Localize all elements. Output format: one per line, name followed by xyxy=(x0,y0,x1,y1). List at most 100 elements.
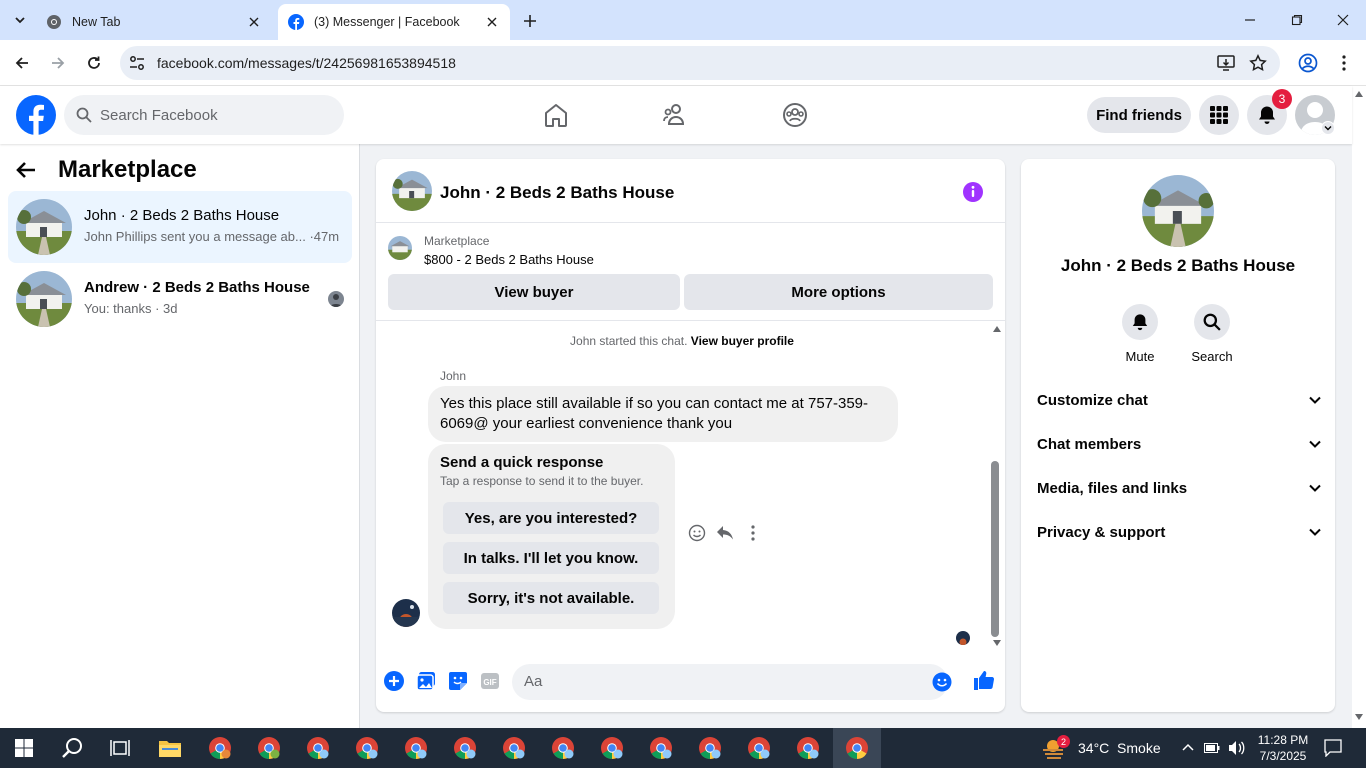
chrome-taskbar-item[interactable] xyxy=(784,728,832,768)
forward-button[interactable] xyxy=(46,51,70,75)
site-settings-icon[interactable] xyxy=(128,54,146,72)
taskbar-search-button[interactable] xyxy=(48,728,96,768)
conversation-item[interactable]: John · 2 Beds 2 Baths House John Phillip… xyxy=(8,191,352,263)
bookmark-star-icon[interactable] xyxy=(1249,54,1267,72)
chrome-icon xyxy=(699,737,721,759)
close-tab-icon[interactable] xyxy=(484,14,500,30)
chevron-down-icon xyxy=(1309,440,1321,448)
close-window-button[interactable] xyxy=(1331,8,1355,32)
find-friends-button[interactable]: Find friends xyxy=(1087,97,1191,133)
reply-button[interactable] xyxy=(711,525,739,541)
chrome-taskbar-item[interactable] xyxy=(392,728,440,768)
react-button[interactable] xyxy=(683,524,711,542)
install-app-icon[interactable] xyxy=(1216,54,1236,72)
chrome-taskbar-item[interactable] xyxy=(196,728,244,768)
info-icon[interactable] xyxy=(962,181,984,203)
gif-icon[interactable]: GIF xyxy=(479,670,501,692)
photo-icon[interactable] xyxy=(415,670,437,692)
taskbar-clock[interactable]: 11:28 PM 7/3/2025 xyxy=(1255,732,1311,764)
file-explorer-button[interactable] xyxy=(146,728,194,768)
left-panel-title: Marketplace xyxy=(58,156,197,183)
listing-thumbnail-large[interactable] xyxy=(1142,175,1214,247)
notification-center-icon[interactable] xyxy=(1324,739,1342,757)
message-bubble[interactable]: Yes this place still available if so you… xyxy=(428,386,898,442)
profile-button[interactable] xyxy=(1296,51,1320,75)
chevron-down-icon xyxy=(15,17,25,24)
reload-button[interactable] xyxy=(82,51,106,75)
search-input[interactable] xyxy=(100,106,320,124)
chrome-taskbar-item[interactable] xyxy=(441,728,489,768)
start-button[interactable] xyxy=(0,728,48,768)
message-input[interactable] xyxy=(524,673,904,690)
tab-new-tab[interactable]: New Tab xyxy=(36,4,272,40)
back-button[interactable] xyxy=(10,51,34,75)
thumbs-up-icon[interactable] xyxy=(972,668,996,692)
chat-title[interactable]: John · 2 Beds 2 Baths House xyxy=(440,183,674,203)
section-privacy-support[interactable]: Privacy & support xyxy=(1037,512,1321,552)
chrome-taskbar-item[interactable] xyxy=(490,728,538,768)
mute-button[interactable]: Mute xyxy=(1110,304,1170,364)
facebook-search[interactable] xyxy=(64,95,344,135)
address-bar[interactable]: facebook.com/messages/t/2425698165389451… xyxy=(120,46,1280,80)
section-chat-members[interactable]: Chat members xyxy=(1037,424,1321,464)
view-buyer-profile-link[interactable]: View buyer profile xyxy=(691,334,794,348)
quick-response-option[interactable]: Yes, are you interested? xyxy=(443,502,659,534)
message-composer: GIF xyxy=(376,656,1005,712)
sticker-icon[interactable] xyxy=(447,670,469,692)
close-tab-icon[interactable] xyxy=(246,14,262,30)
search-chat-button[interactable]: Search xyxy=(1182,304,1242,364)
tab-search-button[interactable] xyxy=(8,8,32,32)
back-arrow-icon[interactable] xyxy=(16,161,36,179)
emoji-icon[interactable] xyxy=(932,672,952,692)
menu-button[interactable] xyxy=(1199,95,1239,135)
section-customize-chat[interactable]: Customize chat xyxy=(1037,380,1321,420)
quick-response-title: Send a quick response xyxy=(440,454,604,471)
restore-button[interactable] xyxy=(1285,8,1309,32)
show-hidden-icons-icon[interactable] xyxy=(1182,743,1194,751)
more-options-button[interactable]: More options xyxy=(684,274,993,310)
chrome-taskbar-item[interactable] xyxy=(588,728,636,768)
plus-circle-icon[interactable] xyxy=(383,670,405,692)
browser-menu-button[interactable] xyxy=(1332,51,1356,75)
quick-response-option[interactable]: In talks. I'll let you know. xyxy=(443,542,659,574)
listing-thumbnail xyxy=(16,199,72,255)
chat-scroll-thumb[interactable] xyxy=(991,461,999,637)
chrome-taskbar-item[interactable] xyxy=(637,728,685,768)
chrome-taskbar-item[interactable] xyxy=(735,728,783,768)
chrome-taskbar-item[interactable] xyxy=(245,728,293,768)
message-input-box[interactable] xyxy=(512,664,952,700)
quick-response-option[interactable]: Sorry, it's not available. xyxy=(443,582,659,614)
chrome-taskbar-item[interactable] xyxy=(539,728,587,768)
friends-icon[interactable] xyxy=(663,102,689,128)
chrome-taskbar-item[interactable] xyxy=(343,728,391,768)
chrome-taskbar-item-active[interactable] xyxy=(833,728,881,768)
chrome-icon xyxy=(454,737,476,759)
chevron-down-icon xyxy=(1309,528,1321,536)
task-view-button[interactable] xyxy=(96,728,144,768)
battery-icon[interactable] xyxy=(1204,742,1220,754)
minimize-button[interactable] xyxy=(1238,8,1262,32)
view-buyer-button[interactable]: View buyer xyxy=(388,274,680,310)
chrome-icon xyxy=(846,737,868,759)
more-actions-button[interactable] xyxy=(739,525,767,541)
chat-header-thumbnail[interactable] xyxy=(392,171,432,211)
facebook-header: Find friends xyxy=(0,86,1352,144)
listing-title[interactable]: $800 - 2 Beds 2 Baths House xyxy=(424,252,594,267)
groups-icon[interactable] xyxy=(782,102,808,128)
chrome-taskbar-item[interactable] xyxy=(686,728,734,768)
facebook-logo-icon[interactable] xyxy=(16,95,56,135)
weather-text[interactable]: 34°C Smoke xyxy=(1078,740,1161,756)
page-scrollbar[interactable] xyxy=(1352,86,1366,728)
new-tab-button[interactable] xyxy=(518,10,542,32)
conversation-item[interactable]: Andrew · 2 Beds 2 Baths House You: thank… xyxy=(8,263,352,335)
chrome-taskbar-item[interactable] xyxy=(294,728,342,768)
account-chevron[interactable] xyxy=(1321,121,1335,135)
home-icon[interactable] xyxy=(543,102,569,128)
conversation-list-panel: Marketplace John · 2 Beds 2 Baths House … xyxy=(0,144,360,728)
sender-avatar[interactable] xyxy=(392,599,420,627)
weather-widget-icon[interactable] xyxy=(1034,728,1074,768)
volume-icon[interactable] xyxy=(1228,740,1246,756)
facebook-favicon xyxy=(288,14,304,30)
section-media-files-links[interactable]: Media, files and links xyxy=(1037,468,1321,508)
tab-messenger[interactable]: (3) Messenger | Facebook xyxy=(278,4,510,40)
